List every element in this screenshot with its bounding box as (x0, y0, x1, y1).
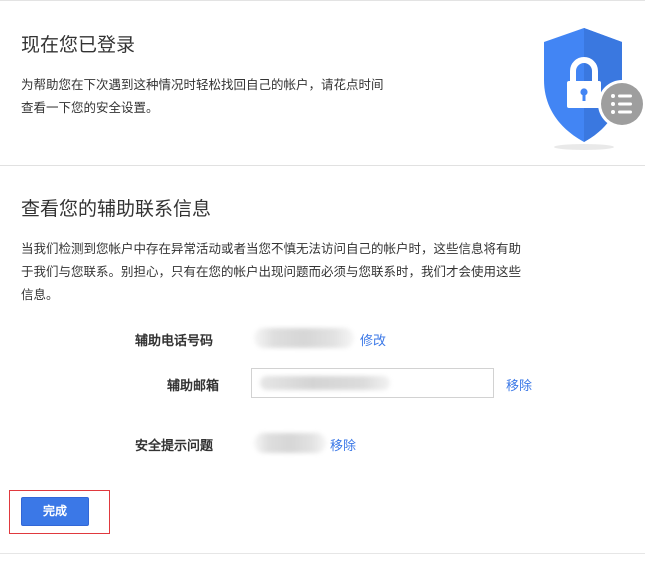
recovery-description-line: 于我们与您联系。别担心，只有在您的帐户出现问题而必须与您联系时，我们才会使用这些 (21, 264, 522, 279)
security-question-label: 安全提示问题 (135, 439, 214, 454)
signed-in-description-line: 查看一下您的安全设置。 (21, 100, 159, 115)
section-divider (0, 165, 645, 166)
recovery-phone-label: 辅助电话号码 (135, 334, 214, 349)
signed-in-title: 现在您已登录 (21, 34, 136, 56)
shield-lock-icon (544, 28, 645, 150)
recovery-description-line: 当我们检测到您帐户中存在异常活动或者当您不慎无法访问自己的帐户时，这些信息将有助 (21, 241, 522, 256)
recovery-description: 当我们检测到您帐户中存在异常活动或者当您不慎无法访问自己的帐户时，这些信息将有助… (21, 237, 645, 306)
recovery-email-label: 辅助邮箱 (167, 379, 220, 394)
recovery-email-remove-link[interactable]: 移除 (506, 375, 532, 394)
done-button[interactable]: 完成 (21, 497, 89, 526)
list-badge-icon (598, 80, 645, 128)
security-question-value (254, 433, 326, 453)
signed-in-section: 现在您已登录 为帮助您在下次遇到这种情况时轻松找回自己的帐户，请花点时间 查看一… (0, 0, 645, 165)
signed-in-description-line: 为帮助您在下次遇到这种情况时轻松找回自己的帐户，请花点时间 (21, 77, 384, 92)
recovery-title: 查看您的辅助联系信息 (21, 198, 212, 220)
bottom-border (0, 553, 645, 554)
signed-in-description: 为帮助您在下次遇到这种情况时轻松找回自己的帐户，请花点时间 查看一下您的安全设置… (21, 73, 384, 119)
recovery-description-line: 信息。 (21, 287, 59, 302)
recovery-phone-edit-link[interactable]: 修改 (360, 330, 386, 349)
recovery-phone-value (254, 328, 354, 348)
recovery-email-value (260, 376, 390, 390)
security-question-remove-link[interactable]: 移除 (330, 435, 356, 454)
recovery-email-field[interactable] (251, 368, 494, 398)
